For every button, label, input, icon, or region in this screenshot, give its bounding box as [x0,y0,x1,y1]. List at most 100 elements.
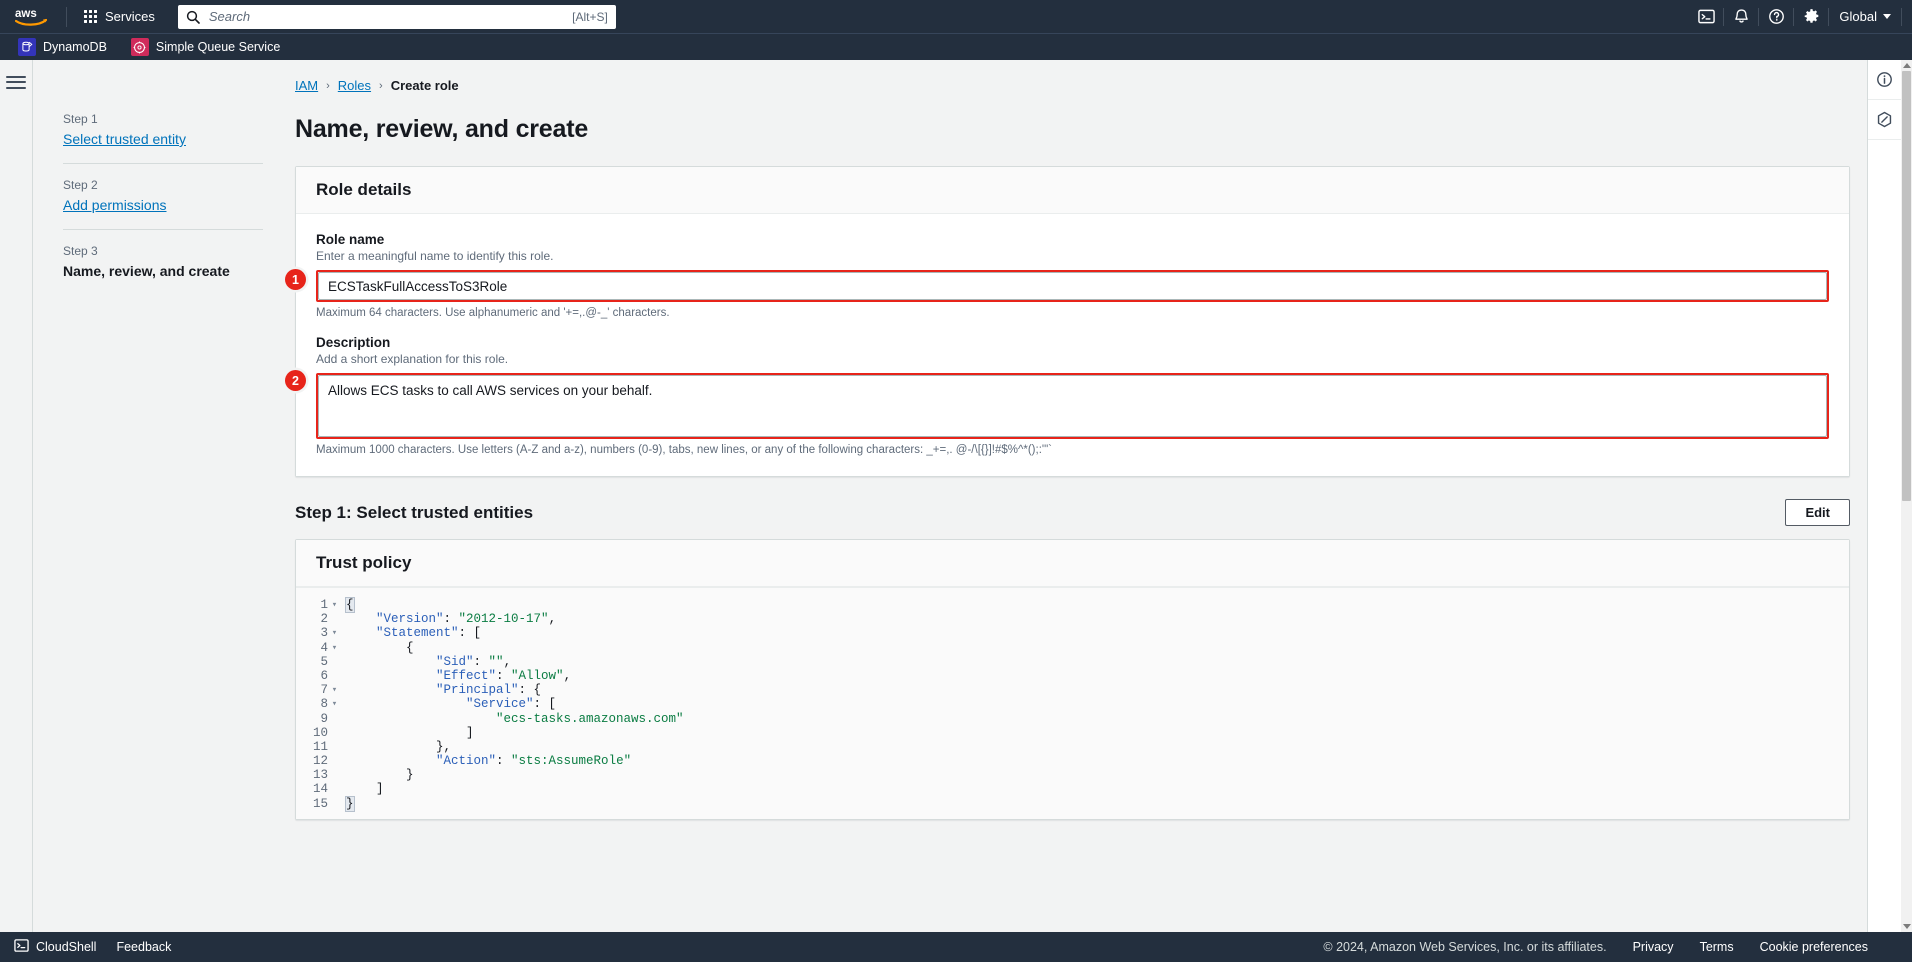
code-token: : [496,754,512,769]
help-question-icon[interactable] [1759,0,1793,33]
code-fold-toggle-icon[interactable]: ▾ [331,697,338,711]
scrollbar-down-arrow[interactable] [1901,921,1912,932]
main-content: IAM › Roles › Create role Name, review, … [267,60,1912,932]
favorites-bar: DynamoDB Simple Queue Service [0,33,1912,60]
settings-gear-icon[interactable] [1794,0,1828,33]
page-title: Name, review, and create [295,115,589,143]
code-token: : [496,668,512,683]
annotation-badge-1: 1 [285,269,306,290]
breadcrumb-item-iam[interactable]: IAM [295,78,318,93]
editor-line-number: 2 [320,612,328,627]
breadcrumb-item-roles[interactable]: Roles [338,78,371,93]
code-token: : [ [458,626,482,641]
role-details-header: Role details [296,167,1849,214]
editor-line-number: 14 [312,782,328,797]
content-panels: Role details Role name Enter a meaningfu… [267,166,1912,828]
dynamodb-icon [18,38,36,56]
favorite-label: Simple Queue Service [155,40,281,54]
breadcrumb-separator-icon: › [379,79,383,92]
code-token: "Principal" [436,683,519,698]
grid-menu-icon [84,10,97,23]
global-search-box[interactable]: [Alt+S] [177,4,616,29]
code-fold-toggle-icon[interactable]: ▾ [331,598,338,612]
editor-line-number: 13 [312,768,328,783]
editor-line-number: 11 [312,739,328,754]
step-number: Step 1 [63,112,98,126]
sidebar-item-step-1[interactable]: Step 1 Select trusted entity [63,112,267,163]
editor-line-number: 5 [320,654,328,669]
editor-code-line: "Version": "2012-10-17", [346,612,1849,626]
code-token: }, [346,739,452,754]
footer-copyright: © 2024, Amazon Web Services, Inc. or its… [1323,940,1607,954]
footer-terms-link[interactable]: Terms [1700,940,1734,954]
nav-toggle-rail [0,60,33,932]
help-panel-rail [1867,60,1901,932]
code-fold-toggle-icon[interactable]: ▾ [331,641,338,655]
editor-code-line: } [346,768,1849,782]
role-details-title: Role details [316,180,412,199]
shortcuts-panel-icon[interactable] [1868,100,1901,140]
editor-code-line: "Effect": "Allow", [346,669,1849,683]
sqs-icon [130,38,149,56]
notifications-bell-icon[interactable] [1724,0,1758,33]
step-number: Step 2 [63,178,98,192]
footer-feedback-link[interactable]: Feedback [116,940,171,954]
step-label-name-review-create: Name, review, and create [63,263,230,279]
region-label: Global [1839,9,1877,24]
code-token: , [563,668,572,683]
description-hint: Maximum 1000 characters. Use letters (A-… [316,444,1052,456]
page-scrollbar[interactable] [1901,60,1912,932]
editor-code-line: "Sid": "", [346,655,1849,669]
scrollbar-thumb[interactable] [1902,71,1911,501]
code-token: : [ [533,697,557,712]
code-token: "Service" [466,697,534,712]
sidebar-item-step-2[interactable]: Step 2 Add permissions [63,178,267,229]
services-label: Services [105,9,155,24]
aws-logo[interactable]: aws [14,6,48,28]
info-panel-icon[interactable] [1868,60,1901,100]
search-input[interactable] [206,8,573,25]
description-textarea[interactable] [318,375,1827,437]
scrollbar-up-arrow[interactable] [1901,60,1912,71]
code-token: "Statement" [376,626,459,641]
code-token: } [345,795,355,812]
role-details-card: Role details Role name Enter a meaningfu… [285,166,1850,477]
code-token: : [473,654,489,669]
editor-code-line: "Action": "sts:AssumeRole" [346,754,1849,768]
role-name-hint: Maximum 64 characters. Use alphanumeric … [316,307,670,319]
editor-line-number: 15 [312,796,328,811]
hamburger-menu-icon[interactable] [6,72,26,932]
code-token: "" [488,654,504,669]
trust-policy-json-editor[interactable]: 1 ▾ 2 3 ▾ 4 ▾ 5 6 7 ▾ 8 ▾ 9 10 11 12 13 14 15 { "Version": … [296,587,1849,819]
favorite-dynamodb[interactable]: DynamoDB [14,36,111,58]
editor-code-area[interactable]: { "Version": "2012-10-17", "Statement": … [342,597,1849,812]
code-fold-toggle-icon[interactable]: ▾ [331,626,338,640]
favorite-simple-queue-service[interactable]: Simple Queue Service [127,36,284,58]
footer-cloudshell-button[interactable]: CloudShell [14,938,96,956]
footer-cookie-preferences-link[interactable]: Cookie preferences [1760,940,1868,954]
role-name-field-group: Role name Enter a meaningful name to ide… [285,232,1829,319]
editor-line-number: 10 [312,725,328,740]
cloudshell-icon [14,938,29,956]
editor-code-line: } [345,795,1849,812]
sidebar-item-step-3[interactable]: Step 3 Name, review, and create [63,244,267,293]
editor-line-number: 1 ▾ [320,598,338,612]
code-token: : { [518,683,542,698]
editor-line-number-gutter: 1 ▾ 2 3 ▾ 4 ▾ 5 6 7 ▾ 8 ▾ 9 10 11 12 13 14 15 [296,598,342,811]
code-fold-toggle-icon[interactable]: ▾ [331,683,338,697]
step-link-select-trusted-entity[interactable]: Select trusted entity [63,131,186,147]
cloudshell-icon[interactable] [1689,0,1723,33]
editor-line-number: 12 [312,754,328,769]
edit-trusted-entities-button[interactable]: Edit [1785,499,1850,526]
region-selector[interactable]: Global [1829,3,1901,30]
services-menu-button[interactable]: Services [75,4,164,29]
footer-privacy-link[interactable]: Privacy [1633,940,1674,954]
search-shortcut-hint: [Alt+S] [572,9,608,24]
step-link-add-permissions[interactable]: Add permissions [63,197,167,213]
role-name-input[interactable] [318,272,1827,300]
code-token: "ecs-tasks.amazonaws.com" [496,711,684,726]
